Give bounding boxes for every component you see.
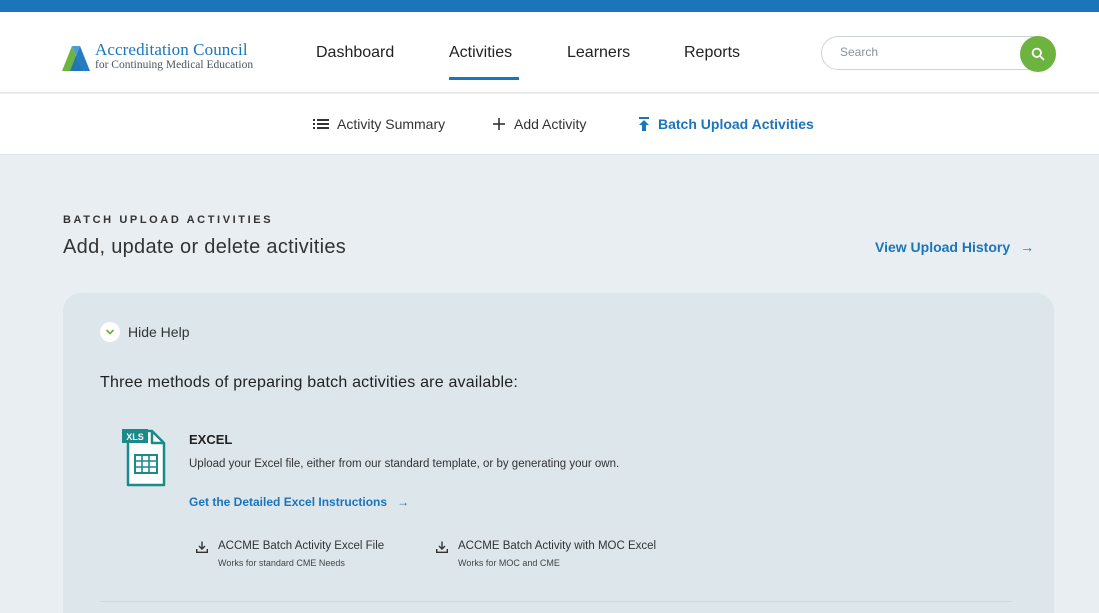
upload-icon [639,117,649,131]
page-title: Add, update or delete activities [63,236,347,258]
nav-learners[interactable]: Learners [567,44,630,62]
download-moc-excel-file[interactable]: ACCME Batch Activity with MOC Excel Work… [436,540,656,568]
search-button[interactable] [1020,36,1056,72]
logo-text: Accreditation Council for Continuing Med… [95,41,253,72]
excel-instructions-link[interactable]: Get the Detailed Excel Instructions → [189,495,409,509]
methods-intro-text: Three methods of preparing batch activit… [100,374,519,391]
sub-navigation: Activity Summary Add Activity Batch Uplo… [0,94,1099,155]
subnav-batch-upload[interactable]: Batch Upload Activities [638,116,814,132]
excel-method-title: EXCEL [189,432,233,447]
nav-reports[interactable]: Reports [684,44,740,62]
download-moc-excel-file-subtitle: Works for MOC and CME [458,558,560,568]
nav-active-indicator [449,77,519,80]
xls-icon-label: XLS [126,432,144,442]
xls-file-icon: XLS [122,429,166,487]
download-moc-excel-file-text: ACCME Batch Activity with MOC Excel Work… [458,540,656,568]
chevron-down-icon [100,322,120,342]
subnav-add-activity-label: Add Activity [514,116,587,132]
top-accent-stripe [0,0,1099,12]
view-upload-history-label: View Upload History [875,239,1011,255]
arrow-right-icon: → [397,495,410,509]
list-icon [313,119,329,129]
search-icon [1031,47,1045,61]
plus-icon [493,118,505,130]
excel-method-description: Upload your Excel file, either from our … [189,458,620,470]
logo-title: Accreditation Council [95,39,248,59]
search-input[interactable] [840,45,1010,59]
accme-logo-icon [62,46,90,71]
page-eyebrow: BATCH UPLOAD ACTIVITIES [63,214,274,226]
download-icon [436,541,448,553]
hide-help-toggle[interactable]: Hide Help [100,322,189,342]
accme-logo[interactable]: Accreditation Council for Continuing Med… [62,36,282,76]
nav-dashboard[interactable]: Dashboard [316,44,394,62]
download-excel-file-subtitle: Works for standard CME Needs [218,558,345,568]
subnav-batch-upload-label: Batch Upload Activities [658,116,814,132]
download-excel-file-text: ACCME Batch Activity Excel File Works fo… [218,540,384,568]
hide-help-label: Hide Help [128,324,190,340]
subnav-add-activity[interactable]: Add Activity [492,116,586,132]
subnav-activity-summary[interactable]: Activity Summary [313,116,445,132]
logo-subtitle: for Continuing Medical Education [95,58,254,71]
excel-instructions-label: Get the Detailed Excel Instructions [189,495,388,509]
nav-activities[interactable]: Activities [449,44,512,62]
download-icon [196,541,208,553]
view-upload-history-link[interactable]: View Upload History → [875,239,1034,255]
help-section-divider [100,601,1012,602]
download-excel-file-title: ACCME Batch Activity Excel File [218,540,385,552]
download-moc-excel-file-title: ACCME Batch Activity with MOC Excel [458,540,657,552]
subnav-activity-summary-label: Activity Summary [337,116,446,132]
arrow-right-icon: → [1020,239,1035,255]
top-header: Accreditation Council for Continuing Med… [0,12,1099,93]
download-excel-file[interactable]: ACCME Batch Activity Excel File Works fo… [196,540,384,568]
